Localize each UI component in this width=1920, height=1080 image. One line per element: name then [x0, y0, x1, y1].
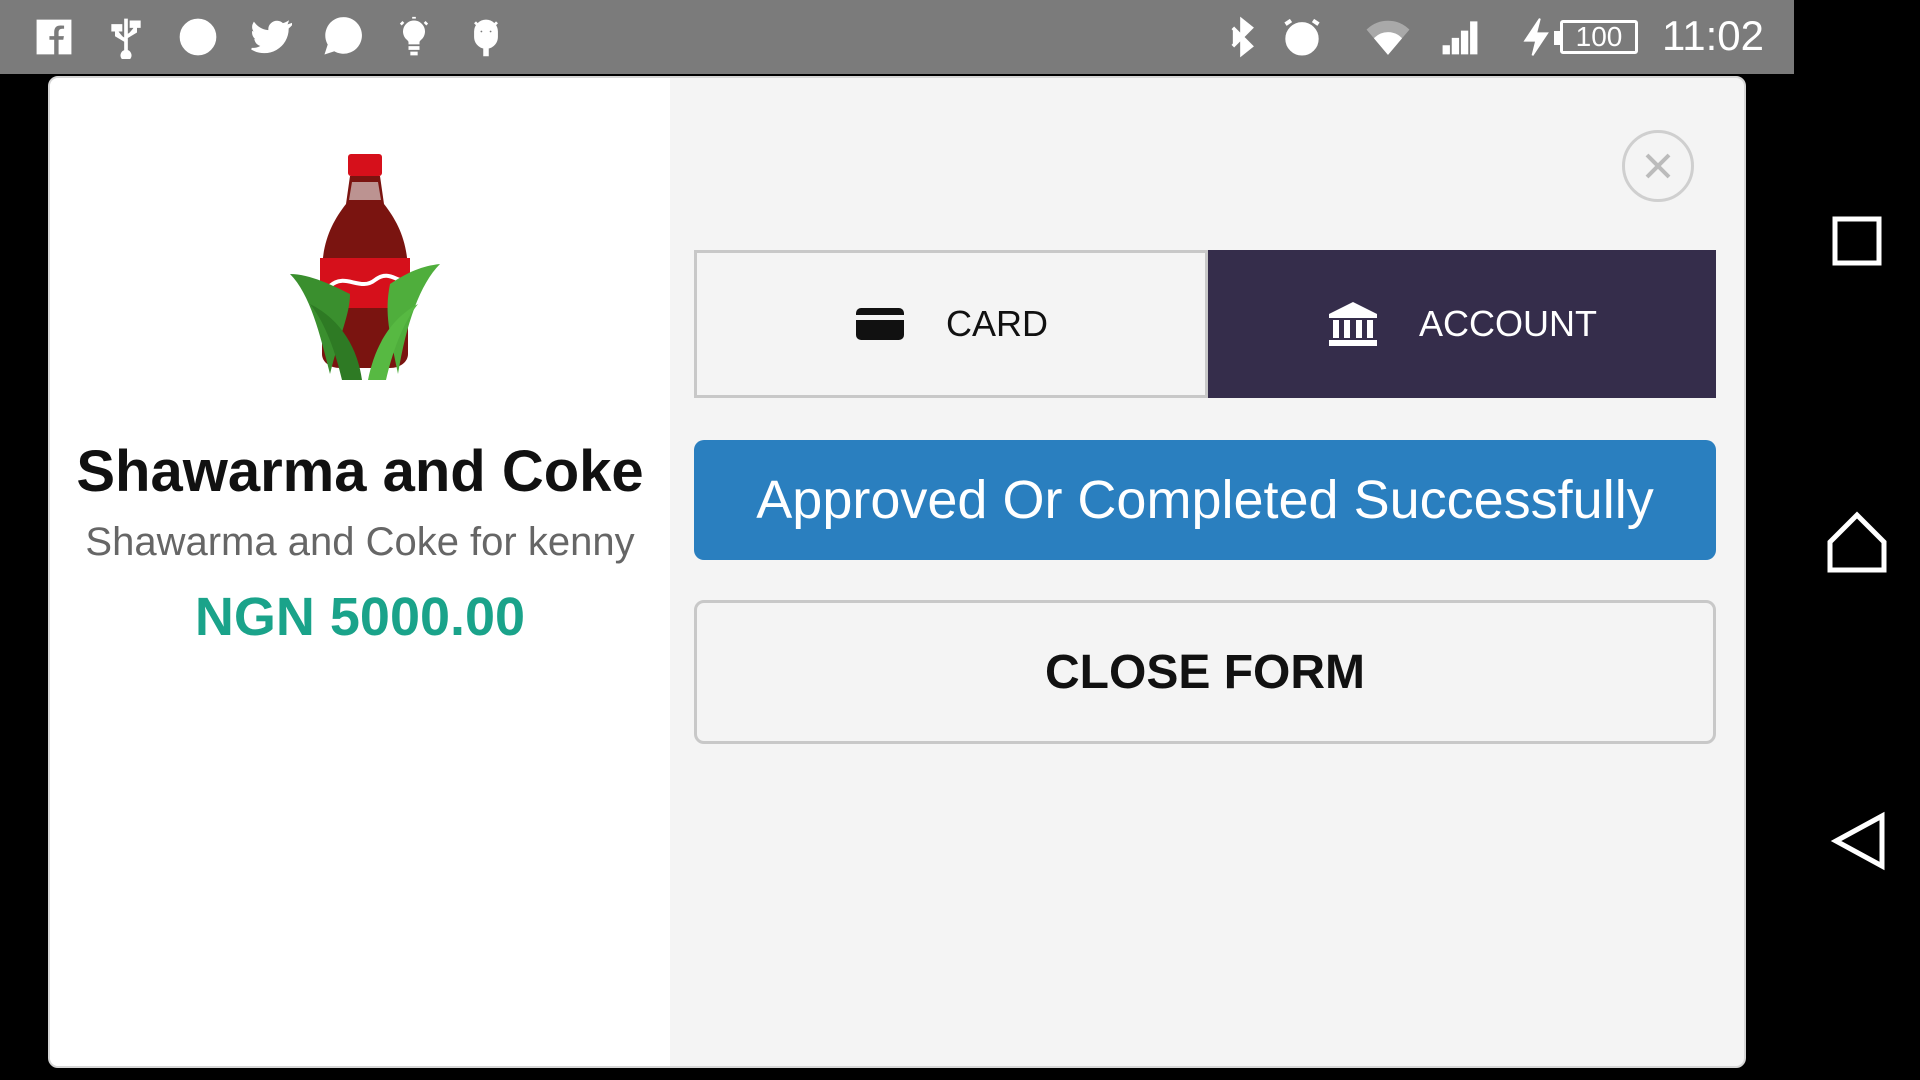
back-button[interactable]: [1822, 806, 1892, 876]
product-summary: Shawarma and Coke Shawarma and Coke for …: [50, 78, 670, 1066]
lightbulb-icon: [390, 13, 438, 61]
status-clock: 11:02: [1662, 12, 1764, 59]
payment-dialog: Shawarma and Coke Shawarma and Coke for …: [48, 76, 1746, 1068]
tab-account-label: ACCOUNT: [1419, 303, 1597, 344]
square-icon: [1832, 216, 1882, 266]
whatsapp-icon: [318, 13, 366, 61]
product-description: Shawarma and Coke for kenny: [85, 520, 635, 564]
twitter-icon: [246, 13, 294, 61]
close-icon: [1645, 153, 1671, 179]
product-title: Shawarma and Coke: [76, 439, 644, 504]
status-banner: Approved Or Completed Successfully: [694, 440, 1716, 560]
navigation-bar: [1794, 0, 1920, 1080]
usb-icon: [102, 13, 150, 61]
tab-account[interactable]: ACCOUNT: [1208, 250, 1716, 398]
alarm-icon: [1278, 13, 1326, 61]
signal-icon: [1436, 13, 1484, 61]
facebook-icon: [30, 13, 78, 61]
tab-card[interactable]: CARD: [694, 250, 1208, 398]
android-icon: [462, 13, 510, 61]
home-button[interactable]: [1822, 506, 1892, 576]
tab-card-label: CARD: [945, 303, 1048, 344]
opera-icon: [174, 13, 222, 61]
status-bar: 100 11:02: [0, 0, 1794, 74]
dialog-close-button[interactable]: [1622, 130, 1694, 202]
wifi-icon: [1364, 13, 1412, 61]
credit-card-icon: [855, 308, 904, 340]
close-form-button[interactable]: CLOSE FORM: [694, 600, 1716, 744]
coke-bottle-icon: [290, 154, 440, 380]
recent-apps-button[interactable]: [1822, 206, 1892, 276]
battery-indicator: 100: [1554, 20, 1638, 54]
back-triangle-icon: [1830, 811, 1885, 871]
product-price: NGN 5000.00: [194, 587, 526, 647]
payment-method-tabs: CARD ACCOUNT: [694, 250, 1716, 398]
home-icon: [1827, 511, 1887, 573]
bluetooth-icon: [1218, 13, 1266, 61]
bank-icon: [1329, 302, 1377, 346]
